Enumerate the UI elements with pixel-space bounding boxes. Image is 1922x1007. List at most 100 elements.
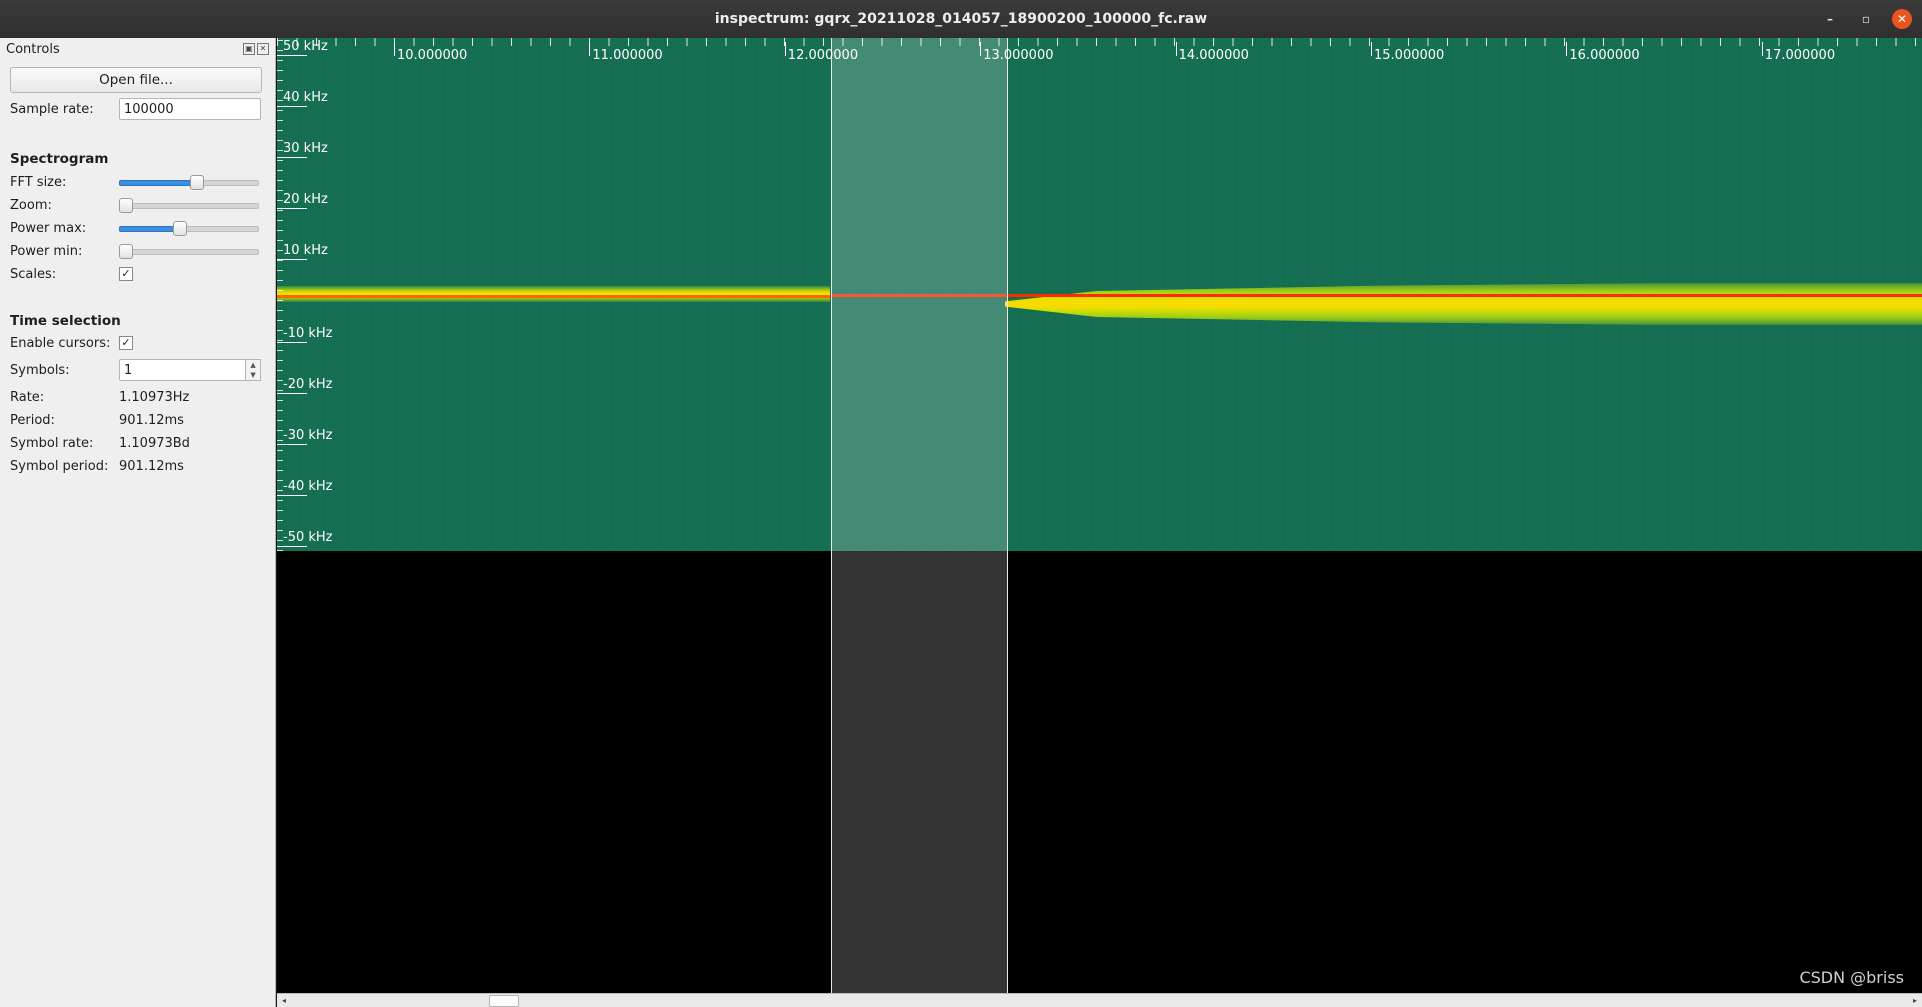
time-major-tick [589, 42, 591, 56]
time-major-tick [1371, 42, 1372, 56]
frequency-tick-label: -40 kHz [283, 479, 333, 494]
rate-label: Rate: [10, 389, 45, 405]
slider-handle[interactable] [190, 175, 204, 190]
signal-band-right [1005, 283, 1922, 325]
frequency-major-tick [277, 259, 307, 260]
time-tick-label: 14.000000 [1178, 48, 1249, 63]
close-dock-icon[interactable]: ✕ [257, 43, 269, 55]
window-titlebar: inspectrum: gqrx_20211028_014057_1890020… [0, 0, 1922, 39]
dock-header: Controls ▣ ✕ [0, 38, 275, 60]
spectrogram-heading: Spectrogram [10, 151, 109, 167]
time-selection-region[interactable] [832, 38, 1007, 993]
sample-rate-input[interactable]: 100000 [119, 98, 261, 120]
carrier-line-left [277, 295, 830, 298]
time-major-tick [980, 42, 982, 56]
zoom-slider[interactable] [119, 197, 259, 213]
time-tick-label: 12.000000 [787, 48, 859, 63]
dock-title: Controls [6, 41, 60, 57]
scales-label: Scales: [10, 266, 57, 282]
enable-cursors-checkbox[interactable]: ✓ [119, 336, 133, 350]
period-value: 901.12ms [119, 412, 184, 428]
frequency-tick-label: -50 kHz [283, 530, 333, 545]
symbol-period-label: Symbol period: [10, 458, 109, 474]
time-selection-heading: Time selection [10, 313, 121, 329]
frequency-tick-label: -20 kHz [283, 377, 333, 392]
spectrogram-image [277, 38, 1922, 551]
time-tick-label: 17.000000 [1764, 48, 1836, 63]
window-title: inspectrum: gqrx_20211028_014057_1890020… [714, 11, 1208, 27]
rate-value: 1.10973Hz [119, 389, 190, 405]
spin-down-icon[interactable]: ▼ [246, 370, 260, 380]
frequency-tick-label: -30 kHz [283, 428, 333, 443]
frequency-tick-label: 20 kHz [283, 192, 328, 207]
window-controls: – ▫ ✕ [1820, 0, 1912, 38]
scales-checkbox[interactable]: ✓ [119, 267, 133, 281]
signal-band-left [277, 286, 830, 302]
close-icon[interactable]: ✕ [1892, 9, 1912, 29]
frequency-tick-label: 10 kHz [283, 243, 328, 258]
power-max-slider[interactable] [119, 220, 259, 236]
minimize-icon[interactable]: – [1820, 9, 1840, 29]
watermark: CSDN @briss [1799, 968, 1904, 987]
rate-row: Rate: 1.10973Hz [10, 386, 189, 408]
fft-size-slider[interactable] [119, 174, 259, 190]
time-minor-ticks [277, 38, 1922, 46]
symbols-label: Symbols: [10, 362, 70, 378]
time-major-tick [1761, 42, 1763, 56]
sample-rate-label: Sample rate: [10, 101, 94, 117]
restore-icon[interactable]: ▫ [1856, 9, 1876, 29]
zoom-label: Zoom: [10, 197, 52, 213]
frequency-major-tick [277, 106, 307, 107]
time-major-tick [1175, 42, 1177, 56]
symbols-input[interactable]: 1 [119, 359, 247, 381]
frequency-major-tick [277, 342, 307, 343]
open-file-button[interactable]: Open file... [10, 67, 262, 93]
time-major-tick [1566, 42, 1568, 56]
time-tick-label: 10.000000 [397, 48, 468, 63]
enable-cursors-label: Enable cursors: [10, 335, 111, 351]
controls-dock: Controls ▣ ✕ Open file... Sample rate: 1… [0, 38, 276, 1007]
scroll-right-icon[interactable]: ▸ [1908, 994, 1922, 1007]
frequency-major-tick [277, 55, 307, 56]
symbol-period-value: 901.12ms [119, 458, 184, 474]
power-min-slider[interactable] [119, 243, 259, 259]
period-row: Period: 901.12ms [10, 409, 184, 431]
slider-handle[interactable] [119, 198, 133, 213]
horizontal-scrollbar[interactable]: ◂ ▸ [277, 993, 1922, 1007]
scrollbar-thumb[interactable] [489, 995, 519, 1007]
period-label: Period: [10, 412, 55, 428]
spectrogram-plot[interactable]: 10.000000 11.000000 12.000000 13.000000 14.0… [277, 38, 1922, 993]
power-min-row: Power min: [10, 240, 259, 262]
float-dock-icon[interactable]: ▣ [243, 43, 255, 55]
power-max-label: Power max: [10, 220, 87, 236]
symbols-spinbox[interactable]: 1 ▲ ▼ [119, 359, 261, 381]
frequency-major-tick [277, 495, 307, 496]
slider-handle[interactable] [173, 221, 188, 236]
fft-size-row: FFT size: [10, 171, 259, 193]
sample-rate-row: Sample rate: 100000 [10, 98, 261, 120]
power-min-label: Power min: [10, 243, 83, 259]
scroll-left-icon[interactable]: ◂ [277, 994, 291, 1007]
symbol-rate-row: Symbol rate: 1.10973Bd [10, 432, 190, 454]
power-max-row: Power max: [10, 217, 259, 239]
time-major-tick [394, 42, 395, 56]
frequency-tick-label: 50 kHz [283, 39, 328, 54]
fft-size-label: FFT size: [10, 174, 67, 190]
frequency-major-tick [277, 444, 307, 445]
frequency-tick-label: -10 kHz [283, 326, 333, 341]
slider-handle[interactable] [119, 244, 133, 259]
left-cursor[interactable] [831, 38, 832, 993]
symbol-period-row: Symbol period: 901.12ms [10, 455, 184, 477]
spin-up-icon[interactable]: ▲ [246, 360, 260, 370]
frequency-tick-label: 40 kHz [283, 90, 328, 105]
time-major-tick [784, 42, 786, 56]
time-tick-label: 15.000000 [1374, 48, 1445, 63]
frequency-major-tick [277, 546, 307, 547]
time-tick-label: 13.000000 [983, 48, 1054, 63]
time-tick-label: 16.000000 [1569, 48, 1640, 63]
symbol-rate-label: Symbol rate: [10, 435, 94, 451]
freq-minor-ticks [277, 38, 283, 551]
scales-row: Scales: ✓ [10, 263, 133, 285]
right-cursor[interactable] [1007, 38, 1008, 993]
frequency-major-tick [277, 157, 307, 158]
